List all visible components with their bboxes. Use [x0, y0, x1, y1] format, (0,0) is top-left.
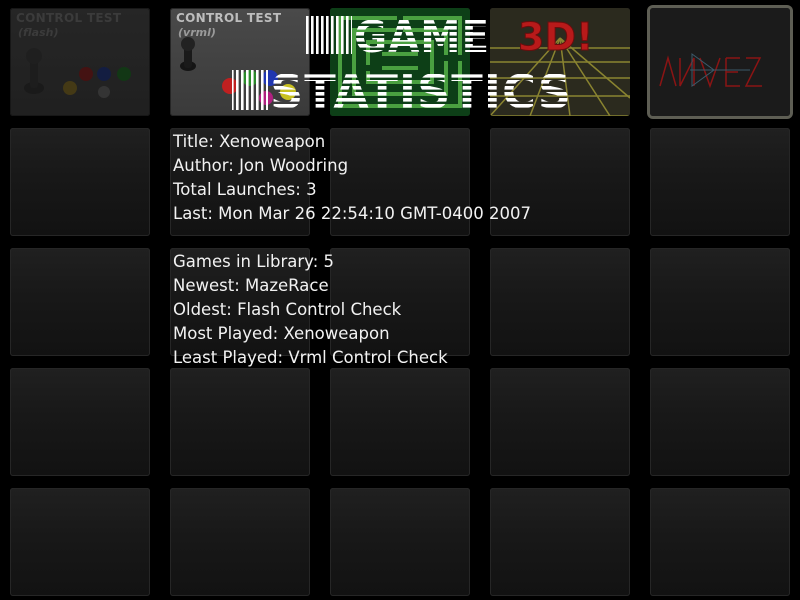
last-launched-line: Last: Mon Mar 26 22:54:10 GMT-0400 2007: [173, 204, 531, 223]
xenoweapon-icon: [650, 8, 790, 116]
empty-tile: [10, 248, 150, 356]
library-count-line: Games in Library: 5: [173, 252, 335, 271]
statistics-panel: Title: Xenoweapon Author: Jon Woodring T…: [173, 130, 531, 370]
empty-tile: [330, 488, 470, 596]
empty-tile: [330, 368, 470, 476]
newest-game-line: Newest: MazeRace: [173, 276, 329, 295]
section-spacer: [173, 226, 531, 250]
game-author-line: Author: Jon Woodring: [173, 156, 349, 175]
game-tile-flash-control-test[interactable]: CONTROL TEST (flash): [10, 8, 150, 116]
empty-tile: [10, 368, 150, 476]
empty-tile: [650, 368, 790, 476]
game-tile-xenoweapon[interactable]: [650, 8, 790, 116]
empty-tile: [650, 128, 790, 236]
heading-bars-bottom: [232, 70, 268, 110]
heading-line-2: STATISTICS: [270, 65, 572, 114]
empty-tile: [650, 248, 790, 356]
empty-tile: [650, 488, 790, 596]
empty-tile: [170, 368, 310, 476]
heading-bars-top: [306, 16, 352, 54]
game-statistics-screen: CONTROL TEST (flash) CONTROL TEST (vrml): [0, 0, 800, 600]
empty-tile: [490, 488, 630, 596]
heading-line-1: GAME: [354, 14, 490, 63]
total-launches-line: Total Launches: 3: [173, 180, 317, 199]
least-played-line: Least Played: Vrml Control Check: [173, 348, 448, 367]
empty-tile: [490, 368, 630, 476]
empty-tile: [10, 488, 150, 596]
thumb-subtitle: (vrml): [178, 26, 216, 39]
most-played-line: Most Played: Xenoweapon: [173, 324, 390, 343]
empty-tile: [10, 128, 150, 236]
dim-overlay: [10, 8, 150, 116]
empty-tile: [170, 488, 310, 596]
game-title-line: Title: Xenoweapon: [173, 132, 326, 151]
game-statistics-heading: GAME STATISTICS: [232, 14, 572, 114]
oldest-game-line: Oldest: Flash Control Check: [173, 300, 402, 319]
